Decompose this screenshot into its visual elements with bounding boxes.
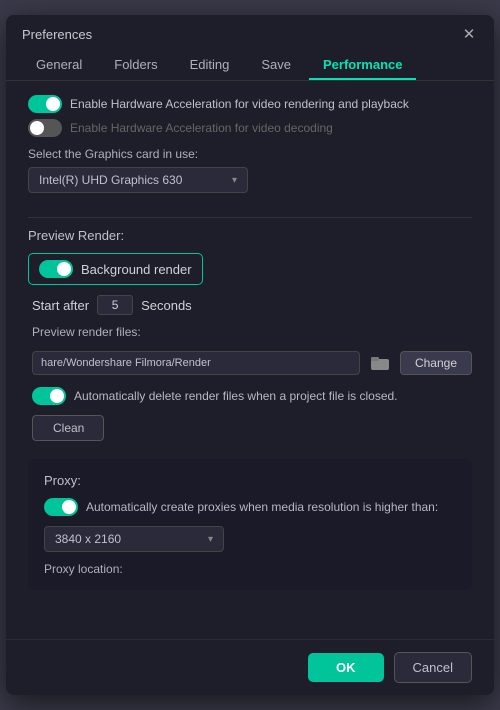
proxy-resolution-dropdown[interactable]: 3840 x 2160 ▾ [44, 526, 224, 552]
hw-accel-row-1: Enable Hardware Acceleration for video r… [28, 95, 472, 113]
preview-files-label: Preview render files: [32, 325, 472, 339]
ok-button[interactable]: OK [308, 653, 384, 682]
proxy-resolution-value: 3840 x 2160 [55, 532, 121, 546]
start-after-label: Start after [32, 298, 89, 313]
tab-general[interactable]: General [22, 51, 96, 80]
tab-folders[interactable]: Folders [100, 51, 171, 80]
clean-button[interactable]: Clean [32, 415, 104, 441]
proxy-location-label: Proxy location: [44, 562, 456, 576]
auto-delete-row: Automatically delete render files when a… [32, 387, 472, 405]
file-path-display: hare/Wondershare Filmora/Render [32, 351, 360, 375]
dropdown-arrow-icon: ▾ [232, 175, 237, 186]
hw-accel-label-2: Enable Hardware Acceleration for video d… [70, 121, 333, 135]
tab-performance[interactable]: Performance [309, 51, 416, 80]
footer: OK Cancel [6, 639, 494, 695]
hw-accel-toggle-2[interactable] [28, 119, 62, 137]
bg-render-toggle-row: Background render [28, 253, 203, 285]
hw-accel-label-1: Enable Hardware Acceleration for video r… [70, 97, 409, 111]
tab-save[interactable]: Save [247, 51, 305, 80]
seconds-label: Seconds [141, 298, 192, 313]
preview-render-section: Preview Render: Background render Start … [28, 228, 472, 441]
hw-accel-section: Enable Hardware Acceleration for video r… [28, 95, 472, 137]
bg-render-toggle-knob [57, 262, 71, 276]
hw-accel-toggle-1[interactable] [28, 95, 62, 113]
graphics-card-dropdown[interactable]: Intel(R) UHD Graphics 630 ▾ [28, 167, 248, 193]
proxy-auto-row: Automatically create proxies when media … [44, 498, 456, 516]
auto-delete-toggle[interactable] [32, 387, 66, 405]
graphics-card-label: Select the Graphics card in use: [28, 147, 472, 161]
proxy-auto-toggle[interactable] [44, 498, 78, 516]
bg-render-label: Background render [81, 262, 192, 277]
dialog-title: Preferences [22, 27, 92, 42]
hw-accel-row-2: Enable Hardware Acceleration for video d… [28, 119, 472, 137]
bg-render-toggle[interactable] [39, 260, 73, 278]
tab-bar: General Folders Editing Save Performance [6, 43, 494, 81]
proxy-dropdown-arrow-icon: ▾ [208, 534, 213, 545]
tab-editing[interactable]: Editing [176, 51, 244, 80]
proxy-auto-label: Automatically create proxies when media … [86, 500, 438, 514]
preferences-dialog: Preferences ✕ General Folders Editing Sa… [6, 15, 494, 695]
title-bar: Preferences ✕ [6, 15, 494, 43]
start-after-value[interactable]: 5 [97, 295, 133, 315]
start-after-row: Start after 5 Seconds [32, 295, 472, 315]
toggle-knob-2 [30, 121, 44, 135]
proxy-section: Proxy: Automatically create proxies when… [28, 459, 472, 590]
folder-icon-button[interactable] [366, 349, 394, 377]
auto-delete-toggle-knob [50, 389, 64, 403]
auto-delete-label: Automatically delete render files when a… [74, 389, 398, 403]
graphics-card-section: Select the Graphics card in use: Intel(R… [28, 147, 472, 193]
cancel-button[interactable]: Cancel [394, 652, 472, 683]
preview-render-title: Preview Render: [28, 228, 472, 243]
change-button[interactable]: Change [400, 351, 472, 375]
proxy-title: Proxy: [44, 473, 456, 488]
section-divider [28, 217, 472, 218]
content-area: Enable Hardware Acceleration for video r… [6, 81, 494, 639]
graphics-card-value: Intel(R) UHD Graphics 630 [39, 173, 182, 187]
toggle-knob-1 [46, 97, 60, 111]
close-button[interactable]: ✕ [460, 25, 478, 43]
file-path-row: hare/Wondershare Filmora/Render Change [32, 349, 472, 377]
proxy-auto-toggle-knob [62, 500, 76, 514]
